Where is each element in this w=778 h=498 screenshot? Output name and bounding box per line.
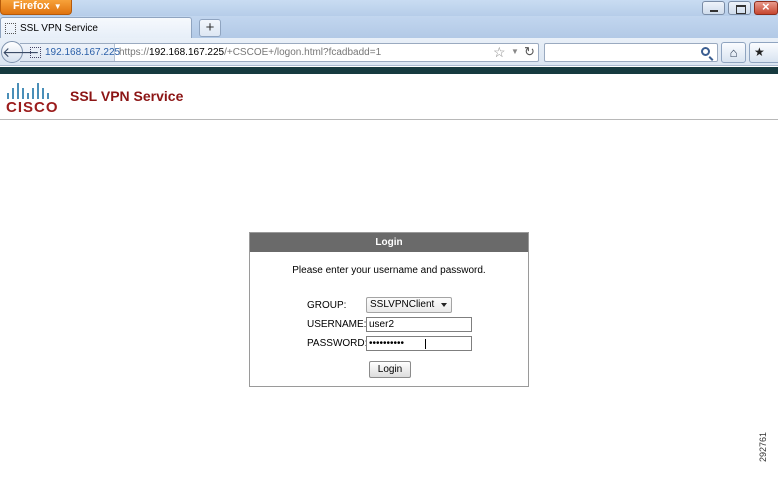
group-select[interactable]: SSLVPNClient — [366, 297, 452, 313]
url-path: /+CSCOE+/logon.html?fcadbadd=1 — [224, 47, 382, 58]
url-prefix: https:// — [119, 47, 150, 58]
identity-domain: 192.168.167.225 — [45, 47, 121, 58]
figure-id: 292761 — [758, 431, 768, 462]
bookmarks-button[interactable]: ★ — [749, 42, 778, 63]
url-bar[interactable]: 192.168.167.225 https://192.168.167.225/… — [20, 43, 539, 62]
new-tab-button[interactable]: + — [199, 19, 221, 37]
group-selected-value: SSLVPNClient — [370, 299, 435, 310]
url-host: 192.168.167.225 — [149, 47, 225, 58]
home-icon: ⌂ — [729, 45, 738, 60]
star-icon[interactable]: ☆ — [493, 44, 506, 61]
firefox-menu-button[interactable]: Firefox ▼ — [0, 0, 72, 15]
chevron-down-icon: ▼ — [53, 2, 62, 11]
back-button[interactable]: 🡐 — [1, 41, 40, 63]
password-label: PASSWORD: — [307, 338, 368, 349]
window-controls — [702, 0, 778, 16]
cisco-bars-icon — [6, 83, 62, 99]
page-favicon-icon — [5, 23, 16, 34]
login-instructions: Please enter your username and password. — [292, 265, 486, 276]
username-input[interactable] — [366, 317, 472, 332]
maximize-button[interactable] — [728, 1, 751, 15]
navigation-toolbar: 192.168.167.225 https://192.168.167.225/… — [0, 38, 778, 66]
tab-strip: SSL VPN Service + — [0, 16, 778, 39]
cisco-logo: CISCO — [6, 83, 62, 117]
minimize-button[interactable] — [702, 1, 725, 15]
reload-icon[interactable]: ↻ — [524, 44, 535, 60]
search-bar[interactable] — [544, 43, 718, 62]
password-input[interactable] — [366, 336, 472, 351]
history-dropdown-icon[interactable]: ▼ — [511, 47, 519, 56]
login-panel-header: Login — [250, 233, 528, 252]
firefox-menu-label: Firefox — [13, 0, 50, 12]
header-accent-bar — [0, 67, 778, 74]
tab-ssl-vpn-service[interactable]: SSL VPN Service — [0, 17, 192, 39]
close-window-button[interactable] — [754, 0, 778, 15]
search-icon[interactable] — [701, 47, 710, 56]
page-title: SSL VPN Service — [70, 88, 184, 104]
page-header: CISCO SSL VPN Service — [0, 74, 778, 120]
tab-title: SSL VPN Service — [20, 23, 98, 34]
dropdown-icon — [441, 303, 447, 307]
group-label: GROUP: — [307, 300, 347, 311]
text-caret — [425, 339, 426, 349]
login-button[interactable]: Login — [369, 361, 411, 378]
back-arrow-icon: 🡐 — [2, 44, 40, 60]
cisco-wordmark: CISCO — [6, 99, 59, 116]
bookmarks-icon: ★ — [754, 45, 765, 59]
url-text[interactable]: https://192.168.167.225/+CSCOE+/logon.ht… — [119, 47, 381, 58]
username-label: USERNAME: — [307, 319, 367, 330]
login-panel: Login Please enter your username and pas… — [249, 232, 529, 387]
window-titlebar: Firefox ▼ — [0, 0, 778, 16]
home-button[interactable]: ⌂ — [721, 42, 746, 63]
